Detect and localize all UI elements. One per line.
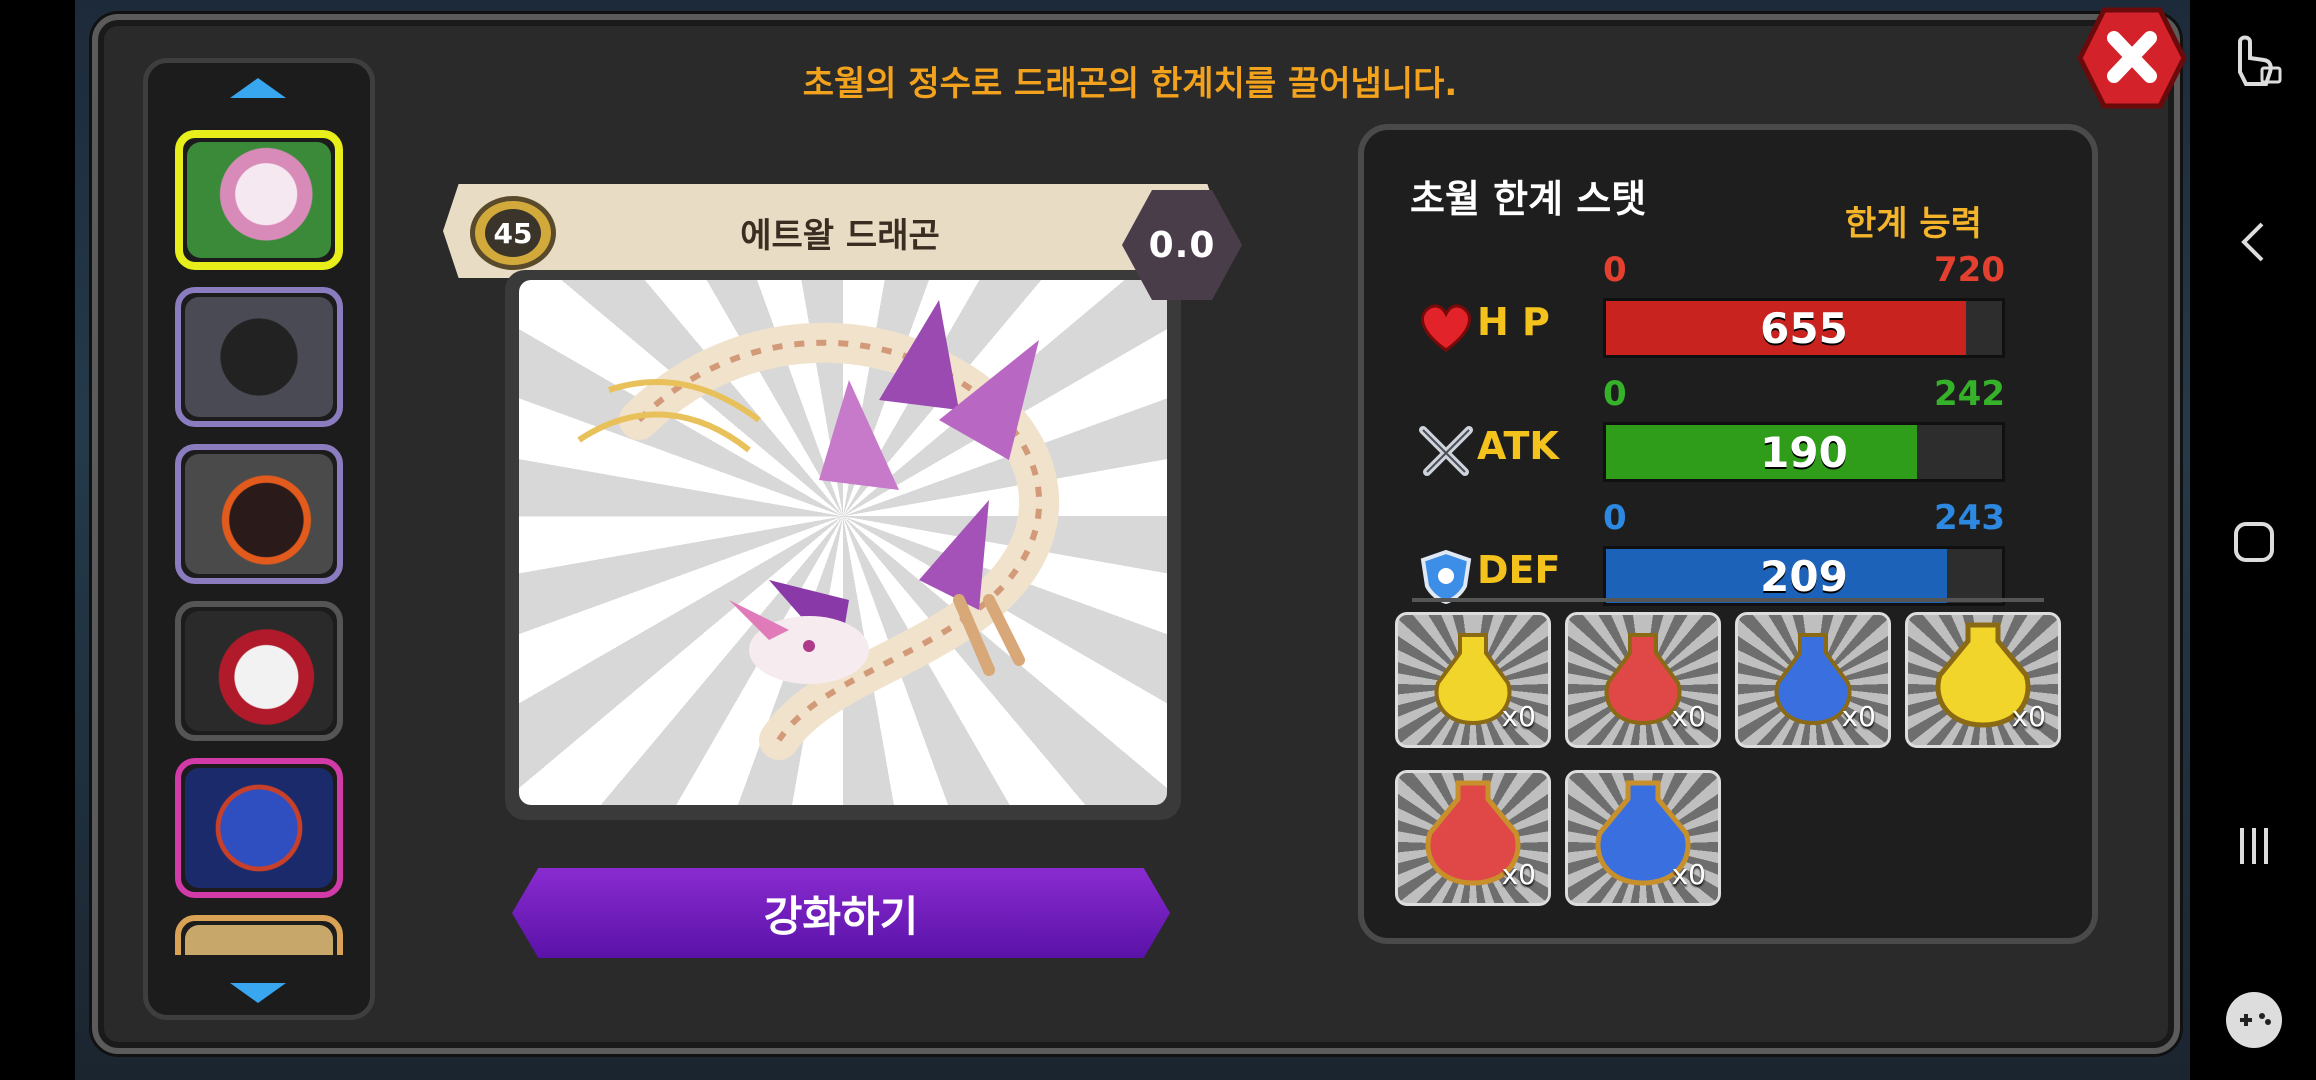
item-count: x0: [1501, 700, 1536, 733]
stat-value: 209: [1760, 551, 1848, 601]
item-count: x0: [1841, 700, 1876, 733]
dragon-thumb-6[interactable]: [175, 915, 343, 955]
shield-icon: [1420, 549, 1472, 604]
pink-dragon-portrait: [187, 142, 331, 258]
stat-min: 0: [1603, 250, 1627, 290]
blue-dragon-portrait: [185, 768, 333, 888]
level-badge: 45: [470, 196, 556, 270]
essence-item-2[interactable]: x0: [1565, 612, 1721, 748]
essence-item-3[interactable]: x0: [1735, 612, 1891, 748]
touch-lock-icon[interactable]: [2218, 22, 2290, 94]
stat-min: 0: [1603, 498, 1627, 538]
stat-row-atk: 0 242 ATK 190: [1415, 374, 2005, 494]
dragon-name: 에트왈 드래곤: [740, 216, 940, 256]
stat-min: 0: [1603, 374, 1627, 414]
dragon-thumb-5[interactable]: [175, 758, 343, 898]
crossed-swords-icon: [1419, 426, 1473, 476]
dragon-portrait-frame: [505, 270, 1181, 820]
recents-icon[interactable]: [2218, 810, 2290, 882]
def-bar: 209: [1603, 546, 2005, 606]
back-icon[interactable]: [2218, 206, 2290, 278]
stat-row-hp: 0 720 H P 655: [1415, 250, 2005, 370]
item-count: x0: [1671, 858, 1706, 891]
stats-subtitle: 한계 능력: [1845, 204, 1982, 244]
lava-dragon-portrait: [185, 454, 333, 574]
close-icon[interactable]: [2076, 6, 2188, 110]
stat-max: 720: [1934, 250, 2005, 290]
dragon-thumb-2[interactable]: [175, 287, 343, 427]
stat-value: 190: [1760, 427, 1848, 477]
level-value: 45: [485, 209, 541, 257]
stats-title: 초월 한계 스탯: [1410, 177, 1647, 221]
stat-label: DEF: [1477, 548, 1561, 592]
essence-item-4[interactable]: x0: [1905, 612, 2061, 748]
game-tools-icon[interactable]: [2218, 984, 2290, 1056]
white-red-dragon-portrait: [185, 611, 333, 731]
header-title: 초월의 정수로 드래곤의 한계치를 끌어냅니다.: [802, 64, 1458, 104]
stats-divider: [1412, 598, 2044, 602]
stat-max: 243: [1934, 498, 2005, 538]
dragon-thumb-3[interactable]: [175, 444, 343, 584]
heart-icon: [1421, 304, 1471, 352]
stat-value: 655: [1760, 303, 1848, 353]
dragon-thumb-4[interactable]: [175, 601, 343, 741]
tan-dragon-portrait: [185, 925, 333, 955]
stat-max: 242: [1934, 374, 2005, 414]
enhance-button[interactable]: 강화하기: [512, 868, 1170, 958]
stat-label: ATK: [1477, 424, 1559, 468]
dragon-illustration: [577, 300, 1060, 760]
scroll-down-arrow-icon[interactable]: [230, 983, 286, 1003]
essence-item-5[interactable]: x0: [1395, 770, 1551, 906]
home-icon[interactable]: [2218, 506, 2290, 578]
item-count: x0: [2011, 700, 2046, 733]
hp-bar: 655: [1603, 298, 2005, 358]
dragon-portrait: [519, 280, 1167, 805]
essence-item-6[interactable]: x0: [1565, 770, 1721, 906]
dragon-thumbnail-list[interactable]: [175, 130, 343, 955]
grade-value: 0.0: [1148, 224, 1216, 266]
essence-item-1[interactable]: x0: [1395, 612, 1551, 748]
stat-label: H P: [1477, 300, 1550, 344]
item-count: x0: [1501, 858, 1536, 891]
black-dragon-portrait: [185, 297, 333, 417]
dragon-thumb-1[interactable]: [175, 130, 343, 270]
scroll-up-arrow-icon[interactable]: [230, 78, 286, 98]
item-count: x0: [1671, 700, 1706, 733]
atk-bar: 190: [1603, 422, 2005, 482]
